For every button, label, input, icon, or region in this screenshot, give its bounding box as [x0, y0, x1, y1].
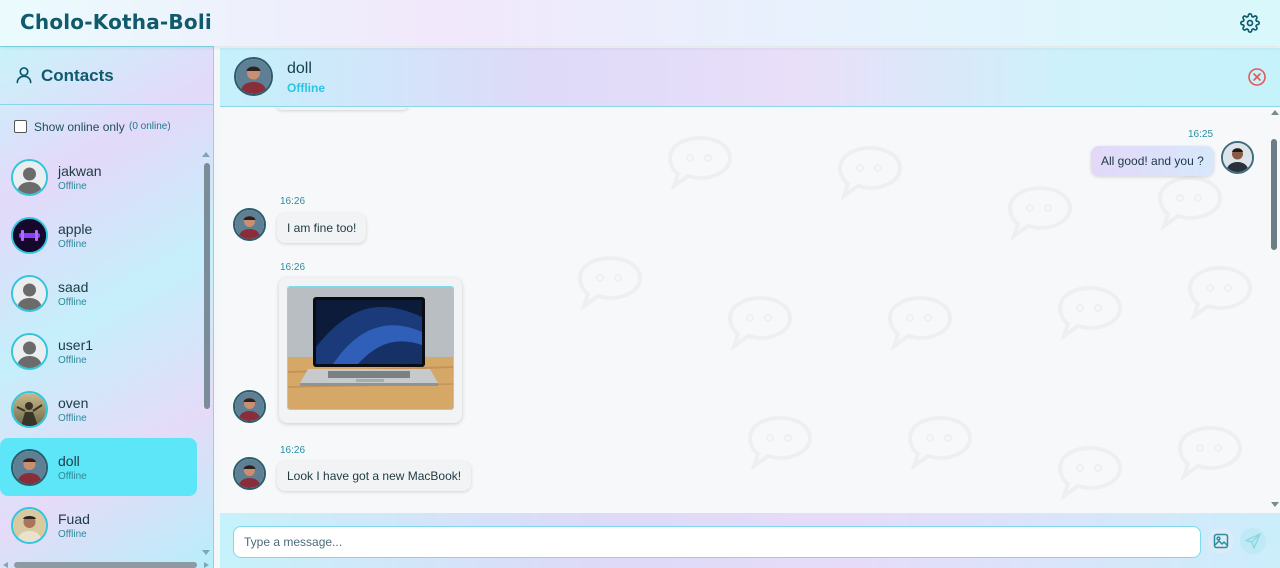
chat-bubble-pattern-icon [577, 255, 643, 312]
default-avatar [11, 159, 48, 196]
messages-scrollbar[interactable] [1271, 139, 1277, 250]
contact-status: Offline [58, 529, 87, 540]
scroll-left-arrow[interactable] [3, 562, 8, 568]
default-avatar [11, 275, 48, 312]
attach-image-button[interactable] [1208, 528, 1234, 554]
scroll-right-arrow[interactable] [204, 562, 209, 568]
neon-avatar [11, 217, 48, 254]
photo-avatar [11, 507, 48, 544]
contact-item-apple[interactable]: apple Offline [0, 206, 197, 264]
sidebar-header: Contacts [0, 47, 213, 105]
contact-name: saad [58, 279, 89, 295]
close-icon[interactable] [1247, 67, 1267, 87]
message-timestamp: 16:25 [1188, 129, 1214, 140]
message-timestamp: 16:26 [280, 196, 306, 207]
chat-header: doll Offline [220, 48, 1280, 107]
chat-bubble-pattern-icon [1007, 185, 1073, 242]
contact-avatar-small [233, 457, 266, 490]
gear-icon[interactable] [1240, 13, 1260, 33]
message-bubble-incoming: I am fine too! [277, 213, 367, 243]
user-icon [14, 65, 34, 85]
chat-bubble-pattern-icon [727, 295, 793, 352]
contact-name: doll [58, 453, 80, 469]
photo-avatar [11, 391, 48, 428]
contact-item-jakwan[interactable]: jakwan Offline [0, 148, 197, 206]
scroll-down-arrow[interactable] [202, 550, 210, 555]
chat-bubble-pattern-icon [907, 415, 973, 472]
contacts-horizontal-scrollbar[interactable] [14, 562, 197, 568]
contact-name: user1 [58, 337, 94, 353]
chat-contact-name: doll [287, 60, 312, 77]
default-avatar [11, 333, 48, 370]
contacts-sidebar: Contacts Show online only (0 online) jak… [0, 46, 214, 568]
contact-status: Offline [58, 239, 87, 250]
chat-bubble-pattern-icon [1057, 445, 1123, 502]
online-count: (0 online) [129, 121, 171, 132]
show-online-label[interactable]: Show online only [34, 120, 125, 134]
message-input[interactable] [233, 526, 1201, 558]
contact-status: Offline [58, 181, 87, 192]
chat-bubble-pattern-icon [1187, 265, 1253, 322]
app-title: Cholo-Kotha-Boli [20, 10, 212, 34]
top-bar: Cholo-Kotha-Boli [0, 0, 1280, 46]
composer-bar [220, 513, 1280, 568]
contact-status: Offline [58, 355, 87, 366]
contact-item-oven[interactable]: oven Offline [0, 380, 197, 438]
message-timestamp: 16:26 [280, 445, 306, 456]
chat-bubble-pattern-icon [747, 415, 813, 472]
contact-name: oven [58, 395, 89, 411]
chat-contact-status: Offline [287, 81, 325, 95]
chat-bubble-pattern-icon [667, 135, 733, 192]
chat-avatar [234, 57, 273, 96]
contact-name: jakwan [58, 163, 102, 179]
contact-item-user1[interactable]: user1 Offline [0, 322, 197, 380]
show-online-checkbox[interactable] [14, 120, 27, 133]
chat-bubble-pattern-icon [1057, 285, 1123, 342]
send-button[interactable] [1240, 528, 1266, 554]
message-bubble [275, 108, 410, 110]
message-list[interactable]: 16:25 All good! and you ? 16:26 I am fin… [220, 108, 1280, 513]
laptop-photo[interactable] [287, 286, 454, 410]
message-timestamp: 16:26 [280, 262, 306, 273]
chat-bubble-pattern-icon [1157, 175, 1223, 232]
contact-status: Offline [58, 297, 87, 308]
contact-name: Fuad [58, 511, 90, 527]
contact-name: apple [58, 221, 93, 237]
chat-bubble-pattern-icon [837, 145, 903, 202]
chat-bubble-pattern-icon [1177, 425, 1243, 482]
send-icon[interactable] [1240, 528, 1266, 554]
message-bubble-incoming: Look I have got a new MacBook! [277, 461, 472, 491]
scroll-up-arrow[interactable] [202, 152, 210, 157]
image-icon[interactable] [1208, 528, 1234, 554]
scroll-down-arrow[interactable] [1271, 502, 1279, 507]
contact-status: Offline [58, 471, 87, 482]
contact-item-saad[interactable]: saad Offline [0, 264, 197, 322]
chat-bubble-pattern-icon [887, 295, 953, 352]
contacts-title: Contacts [41, 66, 114, 85]
contact-item-doll[interactable]: doll Offline [0, 438, 197, 496]
my-avatar [1221, 141, 1254, 174]
contact-item-fuad[interactable]: Fuad Offline [0, 496, 197, 554]
message-bubble-outgoing: All good! and you ? [1091, 146, 1214, 176]
contact-status: Offline [58, 413, 87, 424]
scroll-up-arrow[interactable] [1271, 110, 1279, 115]
contacts-scrollbar[interactable] [204, 163, 210, 409]
photo-avatar [11, 449, 48, 486]
contact-avatar-small [233, 208, 266, 241]
contact-avatar-small [233, 390, 266, 423]
image-message[interactable] [279, 278, 462, 423]
